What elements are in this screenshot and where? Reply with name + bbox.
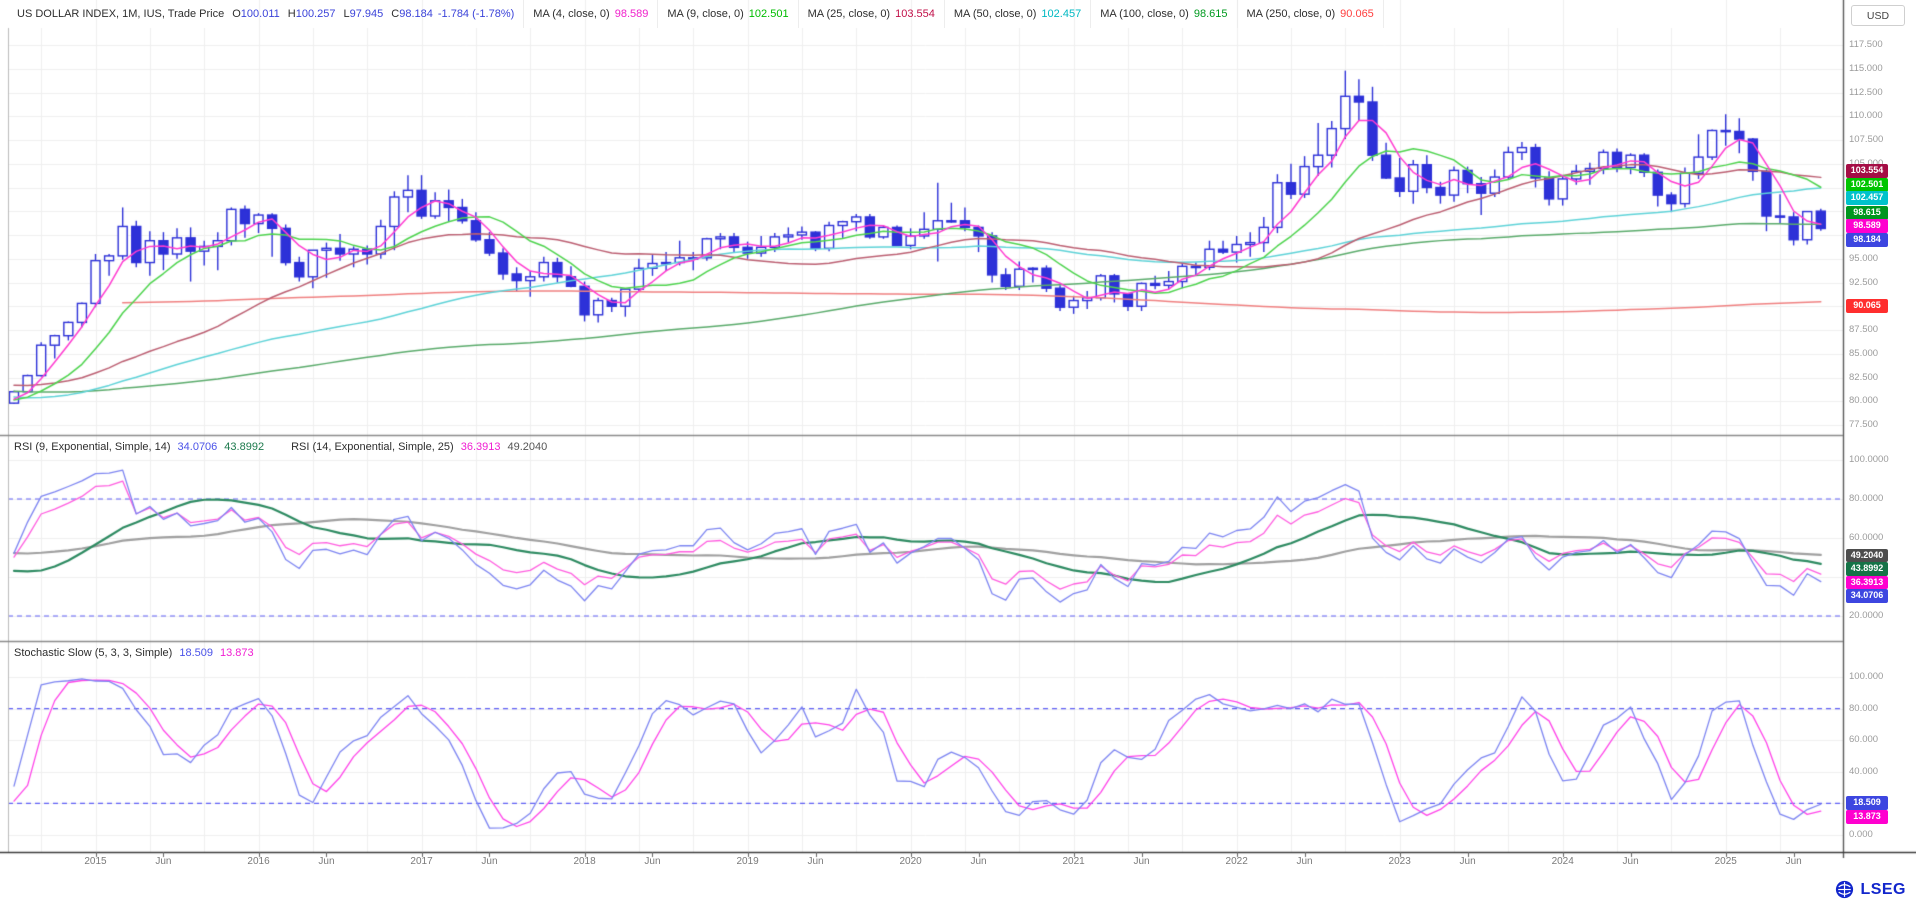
currency-button[interactable]: USD: [1851, 5, 1905, 26]
stoch-axis-tick: 60.000: [1849, 735, 1878, 745]
ma-legend-item[interactable]: MA (9, close, 0) 102.501: [658, 0, 798, 28]
rsi-badge: 34.0706: [1846, 589, 1888, 603]
stoch-label: Stochastic Slow (5, 3, 3, Simple): [14, 647, 172, 659]
stochastic-legend[interactable]: Stochastic Slow (5, 3, 3, Simple) 18.509…: [14, 647, 254, 659]
price-axis-tick: 95.000: [1849, 254, 1878, 264]
price-badge: 102.501: [1846, 178, 1888, 192]
rsi14-label: RSI (14, Exponential, Simple, 25): [291, 441, 454, 453]
price-axis-tick: 112.500: [1849, 88, 1883, 98]
instrument-title: US DOLLAR INDEX, 1M, IUS, Trade Price: [17, 8, 224, 20]
time-axis-tick: Jun: [1623, 857, 1639, 867]
stoch-axis-tick: 0.000: [1849, 830, 1873, 840]
stoch-axis-tick: 40.000: [1849, 767, 1878, 777]
close-value: C98.184: [388, 8, 433, 20]
rsi9-signal-value: 43.8992: [224, 441, 264, 453]
price-axis-tick: 117.500: [1849, 40, 1883, 50]
ma-value: 98.589: [615, 8, 649, 20]
ma-label: MA (25, close, 0): [808, 8, 891, 20]
ma-legend-item[interactable]: MA (100, close, 0) 98.615: [1091, 0, 1237, 28]
price-badge: 98.589: [1846, 219, 1888, 233]
ma-legend-item[interactable]: MA (4, close, 0) 98.589: [524, 0, 658, 28]
ma-label: MA (9, close, 0): [667, 8, 743, 20]
time-axis-tick: 2023: [1389, 857, 1411, 867]
ma-label: MA (4, close, 0): [533, 8, 609, 20]
price-axis-tick: 82.500: [1849, 373, 1878, 383]
time-axis-tick: Jun: [807, 857, 823, 867]
ma-value: 102.501: [749, 8, 789, 20]
open-value: O100.011: [229, 8, 280, 20]
time-axis-tick: Jun: [481, 857, 497, 867]
low-value: L97.945: [340, 8, 383, 20]
ma-legend-item[interactable]: MA (250, close, 0) 90.065: [1238, 0, 1384, 28]
time-axis-tick: 2016: [247, 857, 269, 867]
stoch-axis-tick: 80.000: [1849, 704, 1878, 714]
stoch-d-value: 13.873: [220, 647, 254, 659]
charting-app: US DOLLAR INDEX, 1M, IUS, Trade Price O1…: [0, 0, 1916, 905]
ma-legend-item[interactable]: MA (25, close, 0) 103.554: [799, 0, 945, 28]
price-axis-tick: 110.000: [1849, 111, 1883, 121]
time-axis-tick: Jun: [1786, 857, 1802, 867]
lseg-logo[interactable]: LSEG: [1834, 879, 1906, 900]
ma-value: 103.554: [895, 8, 935, 20]
time-axis-tick: Jun: [318, 857, 334, 867]
rsi-badge: 36.3913: [1846, 576, 1888, 590]
ma-label: MA (100, close, 0): [1100, 8, 1189, 20]
rsi-axis-tick: 100.0000: [1849, 455, 1889, 465]
price-axis-tick: 92.500: [1849, 278, 1878, 288]
ma-label: MA (250, close, 0): [1247, 8, 1336, 20]
rsi9-label: RSI (9, Exponential, Simple, 14): [14, 441, 171, 453]
instrument-legend[interactable]: US DOLLAR INDEX, 1M, IUS, Trade Price O1…: [8, 0, 524, 28]
ma-label: MA (50, close, 0): [954, 8, 1037, 20]
stoch-axis-tick: 100.000: [1849, 672, 1883, 682]
price-badge: 102.457: [1846, 191, 1888, 205]
lseg-logo-text: LSEG: [1860, 881, 1906, 899]
time-axis-tick: Jun: [644, 857, 660, 867]
time-axis-tick: Jun: [155, 857, 171, 867]
ma-value: 98.615: [1194, 8, 1228, 20]
time-axis-tick: 2017: [410, 857, 432, 867]
stoch-k-value: 18.509: [179, 647, 213, 659]
stoch-badge: 13.873: [1846, 810, 1888, 824]
time-axis-tick: 2025: [1715, 857, 1737, 867]
stoch-badge: 18.509: [1846, 796, 1888, 810]
rsi14-signal-value: 49.2040: [507, 441, 547, 453]
rsi-axis-tick: 80.0000: [1849, 494, 1883, 504]
rsi9-value: 34.0706: [178, 441, 218, 453]
price-badge: 98.615: [1846, 206, 1888, 220]
time-axis-tick: 2024: [1552, 857, 1574, 867]
price-badge: 98.184: [1846, 233, 1888, 247]
rsi14-value: 36.3913: [461, 441, 501, 453]
time-axis-tick: 2021: [1063, 857, 1085, 867]
time-axis-tick: 2020: [899, 857, 921, 867]
rsi-legend[interactable]: RSI (9, Exponential, Simple, 14) 34.0706…: [14, 441, 547, 453]
time-axis-tick: Jun: [1297, 857, 1313, 867]
time-axis-tick: 2018: [573, 857, 595, 867]
time-axis-tick: 2019: [736, 857, 758, 867]
high-value: H100.257: [285, 8, 336, 20]
price-axis-tick: 115.000: [1849, 64, 1883, 74]
lseg-crest-icon: [1834, 879, 1855, 900]
ma-value: 102.457: [1041, 8, 1081, 20]
price-axis-tick: 107.500: [1849, 135, 1883, 145]
time-axis-tick: 2022: [1226, 857, 1248, 867]
ma-legend-item[interactable]: MA (50, close, 0) 102.457: [945, 0, 1091, 28]
rsi-axis-tick: 20.0000: [1849, 611, 1883, 621]
time-axis-tick: 2015: [84, 857, 106, 867]
price-badge: 90.065: [1846, 299, 1888, 313]
ma-value: 90.065: [1340, 8, 1374, 20]
rsi-badge: 43.8992: [1846, 562, 1888, 576]
rsi-axis-tick: 60.0000: [1849, 533, 1883, 543]
time-axis-tick: Jun: [1133, 857, 1149, 867]
price-axis-tick: 77.500: [1849, 420, 1878, 430]
chart-header: US DOLLAR INDEX, 1M, IUS, Trade Price O1…: [8, 0, 1384, 28]
price-axis-tick: 87.500: [1849, 325, 1878, 335]
rsi-badge: 49.2040: [1846, 549, 1888, 563]
change-value: -1.784 (-1.78%): [438, 8, 514, 20]
price-badge: 103.554: [1846, 164, 1888, 178]
price-axis-tick: 80.000: [1849, 396, 1878, 406]
time-axis-tick: Jun: [970, 857, 986, 867]
time-axis-tick: Jun: [1460, 857, 1476, 867]
price-axis-tick: 85.000: [1849, 349, 1878, 359]
